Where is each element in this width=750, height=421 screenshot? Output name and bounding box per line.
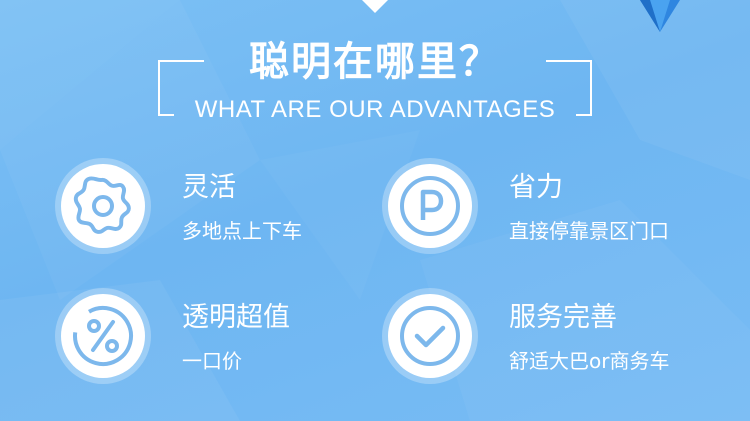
section-header: 聪明在哪里？ WHAT ARE OUR ADVANTAGES [158,36,592,123]
feature-title: 服务完善 [509,302,617,333]
feature-icon-ring [382,158,478,254]
feature-icon-ring [55,158,151,254]
page-subtitle: WHAT ARE OUR ADVANTAGES [194,96,556,123]
top-notch-decoration [362,0,388,13]
feature-desc: 直接停靠景区门口 [509,219,669,243]
feature-title: 透明超值 [182,302,290,333]
feature-title: 省力 [509,172,563,203]
feature-icon-ring [382,288,478,384]
gear-icon [73,176,131,234]
page-title: 聪明在哪里？ [249,39,501,85]
feature-desc: 多地点上下车 [182,219,302,243]
feature-desc: 一口价 [182,349,242,373]
feature-desc: 舒适大巴or商务车 [509,349,670,373]
percent-icon [73,305,133,366]
feature-title: 灵活 [182,172,236,203]
parking-icon [400,176,460,236]
gem-icon [640,0,680,32]
checkmark-icon [400,306,460,366]
feature-icon-ring [55,288,151,384]
